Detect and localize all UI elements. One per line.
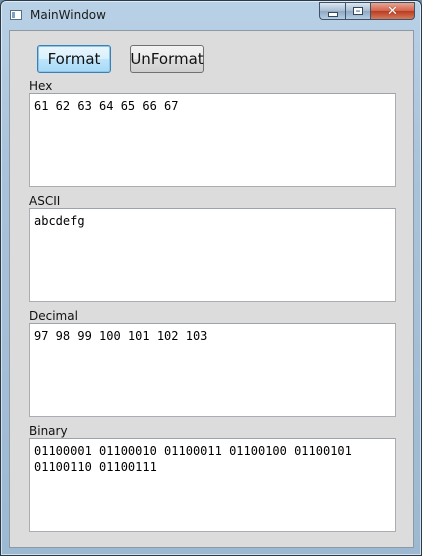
main-window: MainWindow ✕ Format UnFormat Hex 61 62 6…	[0, 0, 422, 556]
minimize-button[interactable]	[319, 2, 345, 20]
maximize-icon	[353, 7, 363, 15]
ascii-textbox[interactable]: abcdefg	[29, 208, 396, 302]
hex-label: Hex	[29, 79, 53, 93]
caption-buttons: ✕	[319, 2, 415, 20]
decimal-label: Decimal	[29, 309, 78, 323]
window-title: MainWindow	[30, 8, 106, 22]
close-icon: ✕	[387, 3, 398, 19]
close-button[interactable]: ✕	[371, 2, 415, 20]
unformat-button[interactable]: UnFormat	[130, 45, 204, 73]
decimal-textbox[interactable]: 97 98 99 100 101 102 103	[29, 323, 396, 417]
maximize-button[interactable]	[345, 2, 371, 20]
binary-textbox[interactable]: 01100001 01100010 01100011 01100100 0110…	[29, 438, 396, 532]
window-icon[interactable]	[10, 10, 22, 20]
binary-label: Binary	[29, 424, 68, 438]
client-area: Format UnFormat Hex 61 62 63 64 65 66 67…	[9, 30, 414, 548]
format-button[interactable]: Format	[37, 45, 111, 73]
hex-textbox[interactable]: 61 62 63 64 65 66 67	[29, 93, 396, 187]
minimize-icon	[327, 11, 338, 17]
title-bar[interactable]: MainWindow ✕	[1, 1, 421, 29]
ascii-label: ASCII	[29, 194, 61, 208]
